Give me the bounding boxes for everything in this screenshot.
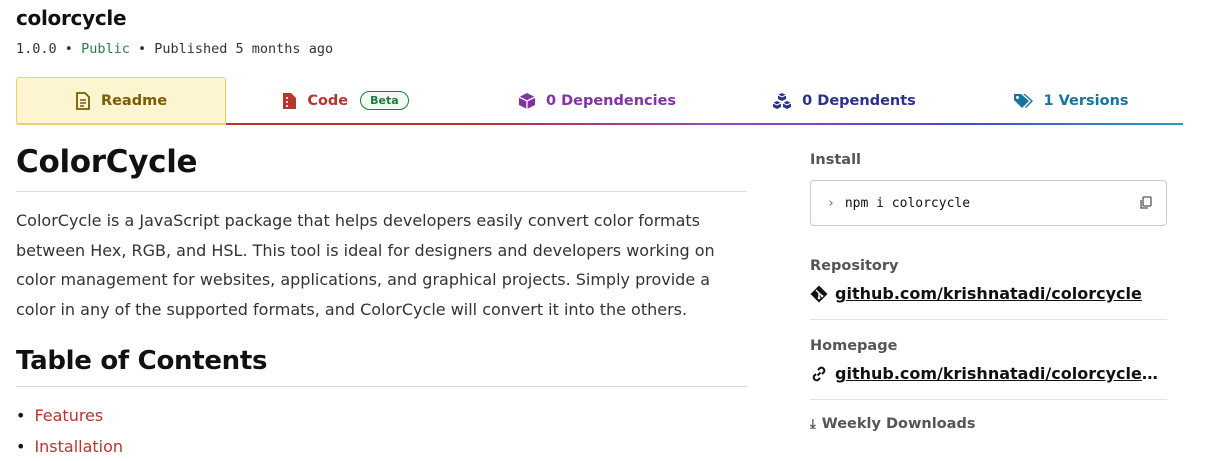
link-icon: [812, 366, 826, 381]
readme-intro: ColorCycle is a JavaScript package that …: [16, 211, 715, 319]
published-label: Published 5 months ago: [154, 41, 334, 57]
tab-dependents[interactable]: 0 Dependents: [729, 77, 959, 125]
tab-label: Code: [307, 92, 349, 109]
list-item: Features: [16, 400, 747, 431]
tab-versions[interactable]: 1 Versions: [959, 77, 1183, 125]
tags-icon: [1014, 93, 1034, 108]
visibility-label: Public: [81, 41, 130, 57]
homepage-label: Homepage: [810, 338, 898, 354]
tab-label: 1 Versions: [1043, 92, 1129, 109]
package-tabs: Readme Code Beta 0 Dependencies 0 Depend…: [16, 77, 1183, 125]
toc-heading: Table of Contents: [16, 342, 747, 387]
repository-url: github.com/krishnatadi/colorcycle: [835, 284, 1142, 303]
meta-separator: •: [137, 41, 147, 57]
tab-label: Readme: [100, 93, 168, 109]
readme-title: ColorCycle: [16, 140, 747, 192]
toc-link-installation[interactable]: Installation: [34, 431, 123, 461]
install-command-box[interactable]: › npm i colorcycle: [810, 180, 1167, 226]
download-icon: ⤓: [810, 416, 816, 432]
downloads-label: Weekly Downloads: [821, 416, 976, 432]
tab-dependencies[interactable]: 0 Dependencies: [465, 77, 729, 125]
repository-link[interactable]: github.com/krishnatadi/colorcycle: [810, 284, 1167, 303]
homepage-url: github.com/krishnatadi/colorcycle#rea…: [835, 364, 1167, 383]
install-label: Install: [810, 152, 862, 168]
package-header: colorcycle: [16, 4, 127, 32]
list-item: Installation: [16, 431, 747, 461]
homepage-link[interactable]: github.com/krishnatadi/colorcycle#rea…: [810, 364, 1167, 383]
package-meta: 1.0.0 • Public • Published 5 months ago: [16, 41, 333, 57]
tab-readme[interactable]: Readme: [16, 77, 226, 125]
package-name: colorcycle: [16, 6, 127, 30]
toc-link-features[interactable]: Features: [34, 400, 103, 431]
tab-code[interactable]: Code Beta: [226, 77, 465, 125]
beta-badge: Beta: [360, 91, 409, 110]
toc-list: Features Installation: [16, 400, 747, 461]
package-version: 1.0.0: [16, 41, 57, 57]
install-command: npm i colorcycle: [844, 195, 971, 211]
copy-icon[interactable]: [1139, 196, 1152, 210]
package-stack-icon: [772, 92, 792, 109]
package-sidebar: Install › npm i colorcycle Repository gi…: [810, 152, 1167, 432]
meta-separator: •: [64, 41, 73, 57]
repository-label: Repository: [810, 258, 899, 274]
package-box-icon: [518, 92, 536, 109]
git-icon: [810, 285, 828, 302]
homepage-section: Homepage github.com/krishnatadi/colorcyc…: [810, 338, 1167, 400]
prompt-chevron-icon: ›: [827, 195, 835, 211]
weekly-downloads: ⤓ Weekly Downloads: [810, 416, 1167, 432]
tab-label: 0 Dependencies: [545, 92, 677, 109]
readme-icon: [76, 92, 90, 110]
tab-label: 0 Dependents: [802, 92, 916, 109]
code-file-icon: [283, 92, 297, 109]
readme-content: ColorCycle ColorCycle is a JavaScript pa…: [16, 140, 747, 461]
repository-section: Repository github.com/krishnatadi/colorc…: [810, 258, 1167, 320]
